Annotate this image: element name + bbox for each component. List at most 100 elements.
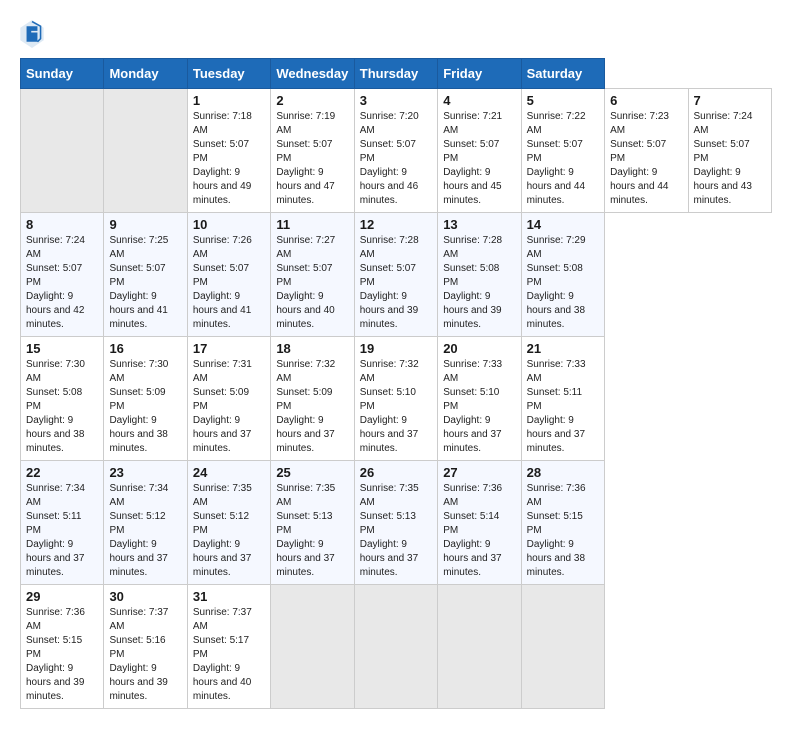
calendar-cell: 1 Sunrise: 7:18 AMSunset: 5:07 PMDayligh… — [187, 89, 270, 213]
calendar-cell: 18 Sunrise: 7:32 AMSunset: 5:09 PMDaylig… — [271, 337, 354, 461]
calendar-cell — [438, 585, 521, 709]
day-info: Sunrise: 7:37 AMSunset: 5:16 PMDaylight:… — [109, 607, 168, 702]
calendar-week-5: 29 Sunrise: 7:36 AMSunset: 5:15 PMDaylig… — [21, 585, 772, 709]
day-number: 5 — [527, 93, 599, 108]
day-number: 13 — [443, 217, 515, 232]
calendar-cell: 22 Sunrise: 7:34 AMSunset: 5:11 PMDaylig… — [21, 461, 104, 585]
calendar-cell: 27 Sunrise: 7:36 AMSunset: 5:14 PMDaylig… — [438, 461, 521, 585]
day-info: Sunrise: 7:33 AMSunset: 5:10 PMDaylight:… — [443, 359, 502, 454]
calendar-cell — [521, 585, 604, 709]
calendar-cell: 11 Sunrise: 7:27 AMSunset: 5:07 PMDaylig… — [271, 213, 354, 337]
day-info: Sunrise: 7:33 AMSunset: 5:11 PMDaylight:… — [527, 359, 586, 454]
calendar-cell: 31 Sunrise: 7:37 AMSunset: 5:17 PMDaylig… — [187, 585, 270, 709]
day-info: Sunrise: 7:35 AMSunset: 5:13 PMDaylight:… — [276, 483, 335, 578]
day-number: 19 — [360, 341, 432, 356]
day-info: Sunrise: 7:28 AMSunset: 5:07 PMDaylight:… — [360, 235, 419, 330]
day-info: Sunrise: 7:20 AMSunset: 5:07 PMDaylight:… — [360, 111, 419, 206]
calendar-week-4: 22 Sunrise: 7:34 AMSunset: 5:11 PMDaylig… — [21, 461, 772, 585]
calendar-cell — [104, 89, 187, 213]
day-info: Sunrise: 7:32 AMSunset: 5:09 PMDaylight:… — [276, 359, 335, 454]
day-number: 12 — [360, 217, 432, 232]
day-info: Sunrise: 7:28 AMSunset: 5:08 PMDaylight:… — [443, 235, 502, 330]
calendar-cell: 28 Sunrise: 7:36 AMSunset: 5:15 PMDaylig… — [521, 461, 604, 585]
calendar-body: 1 Sunrise: 7:18 AMSunset: 5:07 PMDayligh… — [21, 89, 772, 709]
calendar-cell: 21 Sunrise: 7:33 AMSunset: 5:11 PMDaylig… — [521, 337, 604, 461]
day-number: 6 — [610, 93, 682, 108]
day-number: 2 — [276, 93, 348, 108]
day-info: Sunrise: 7:34 AMSunset: 5:11 PMDaylight:… — [26, 483, 85, 578]
day-number: 31 — [193, 589, 265, 604]
day-header-monday: Monday — [104, 59, 187, 89]
calendar-cell: 13 Sunrise: 7:28 AMSunset: 5:08 PMDaylig… — [438, 213, 521, 337]
calendar-week-2: 8 Sunrise: 7:24 AMSunset: 5:07 PMDayligh… — [21, 213, 772, 337]
day-info: Sunrise: 7:23 AMSunset: 5:07 PMDaylight:… — [610, 111, 669, 206]
calendar-cell: 4 Sunrise: 7:21 AMSunset: 5:07 PMDayligh… — [438, 89, 521, 213]
day-info: Sunrise: 7:37 AMSunset: 5:17 PMDaylight:… — [193, 607, 252, 702]
day-info: Sunrise: 7:27 AMSunset: 5:07 PMDaylight:… — [276, 235, 335, 330]
calendar-cell: 9 Sunrise: 7:25 AMSunset: 5:07 PMDayligh… — [104, 213, 187, 337]
day-number: 14 — [527, 217, 599, 232]
day-info: Sunrise: 7:18 AMSunset: 5:07 PMDaylight:… — [193, 111, 252, 206]
day-number: 15 — [26, 341, 98, 356]
calendar-cell: 29 Sunrise: 7:36 AMSunset: 5:15 PMDaylig… — [21, 585, 104, 709]
day-info: Sunrise: 7:25 AMSunset: 5:07 PMDaylight:… — [109, 235, 168, 330]
day-number: 18 — [276, 341, 348, 356]
day-info: Sunrise: 7:21 AMSunset: 5:07 PMDaylight:… — [443, 111, 502, 206]
day-info: Sunrise: 7:36 AMSunset: 5:15 PMDaylight:… — [26, 607, 85, 702]
calendar-cell: 19 Sunrise: 7:32 AMSunset: 5:10 PMDaylig… — [354, 337, 437, 461]
day-info: Sunrise: 7:34 AMSunset: 5:12 PMDaylight:… — [109, 483, 168, 578]
calendar-cell: 25 Sunrise: 7:35 AMSunset: 5:13 PMDaylig… — [271, 461, 354, 585]
day-number: 27 — [443, 465, 515, 480]
day-info: Sunrise: 7:19 AMSunset: 5:07 PMDaylight:… — [276, 111, 335, 206]
day-number: 11 — [276, 217, 348, 232]
calendar-table: SundayMondayTuesdayWednesdayThursdayFrid… — [20, 58, 772, 709]
day-info: Sunrise: 7:36 AMSunset: 5:15 PMDaylight:… — [527, 483, 586, 578]
day-number: 16 — [109, 341, 181, 356]
calendar-cell: 12 Sunrise: 7:28 AMSunset: 5:07 PMDaylig… — [354, 213, 437, 337]
day-number: 24 — [193, 465, 265, 480]
day-number: 9 — [109, 217, 181, 232]
day-info: Sunrise: 7:32 AMSunset: 5:10 PMDaylight:… — [360, 359, 419, 454]
day-info: Sunrise: 7:30 AMSunset: 5:08 PMDaylight:… — [26, 359, 85, 454]
calendar-cell: 7 Sunrise: 7:24 AMSunset: 5:07 PMDayligh… — [688, 89, 772, 213]
day-header-friday: Friday — [438, 59, 521, 89]
day-header-wednesday: Wednesday — [271, 59, 354, 89]
day-header-saturday: Saturday — [521, 59, 604, 89]
day-header-sunday: Sunday — [21, 59, 104, 89]
calendar-cell — [271, 585, 354, 709]
calendar-cell: 6 Sunrise: 7:23 AMSunset: 5:07 PMDayligh… — [605, 89, 688, 213]
calendar-cell: 14 Sunrise: 7:29 AMSunset: 5:08 PMDaylig… — [521, 213, 604, 337]
day-number: 20 — [443, 341, 515, 356]
day-info: Sunrise: 7:36 AMSunset: 5:14 PMDaylight:… — [443, 483, 502, 578]
day-header-thursday: Thursday — [354, 59, 437, 89]
calendar-week-3: 15 Sunrise: 7:30 AMSunset: 5:08 PMDaylig… — [21, 337, 772, 461]
day-info: Sunrise: 7:24 AMSunset: 5:07 PMDaylight:… — [26, 235, 85, 330]
calendar-cell: 16 Sunrise: 7:30 AMSunset: 5:09 PMDaylig… — [104, 337, 187, 461]
calendar-cell — [354, 585, 437, 709]
calendar-cell: 24 Sunrise: 7:35 AMSunset: 5:12 PMDaylig… — [187, 461, 270, 585]
day-info: Sunrise: 7:30 AMSunset: 5:09 PMDaylight:… — [109, 359, 168, 454]
calendar-cell: 10 Sunrise: 7:26 AMSunset: 5:07 PMDaylig… — [187, 213, 270, 337]
day-info: Sunrise: 7:35 AMSunset: 5:13 PMDaylight:… — [360, 483, 419, 578]
calendar-cell: 3 Sunrise: 7:20 AMSunset: 5:07 PMDayligh… — [354, 89, 437, 213]
day-number: 21 — [527, 341, 599, 356]
calendar-header-row: SundayMondayTuesdayWednesdayThursdayFrid… — [21, 59, 772, 89]
calendar-week-1: 1 Sunrise: 7:18 AMSunset: 5:07 PMDayligh… — [21, 89, 772, 213]
day-number: 17 — [193, 341, 265, 356]
day-number: 10 — [193, 217, 265, 232]
day-number: 22 — [26, 465, 98, 480]
day-info: Sunrise: 7:22 AMSunset: 5:07 PMDaylight:… — [527, 111, 586, 206]
logo-icon — [20, 20, 44, 48]
calendar-cell: 20 Sunrise: 7:33 AMSunset: 5:10 PMDaylig… — [438, 337, 521, 461]
day-number: 28 — [527, 465, 599, 480]
calendar-cell: 26 Sunrise: 7:35 AMSunset: 5:13 PMDaylig… — [354, 461, 437, 585]
calendar-cell: 8 Sunrise: 7:24 AMSunset: 5:07 PMDayligh… — [21, 213, 104, 337]
day-number: 26 — [360, 465, 432, 480]
day-info: Sunrise: 7:35 AMSunset: 5:12 PMDaylight:… — [193, 483, 252, 578]
day-number: 3 — [360, 93, 432, 108]
calendar-cell: 23 Sunrise: 7:34 AMSunset: 5:12 PMDaylig… — [104, 461, 187, 585]
day-number: 29 — [26, 589, 98, 604]
day-number: 25 — [276, 465, 348, 480]
day-header-tuesday: Tuesday — [187, 59, 270, 89]
calendar-cell: 30 Sunrise: 7:37 AMSunset: 5:16 PMDaylig… — [104, 585, 187, 709]
